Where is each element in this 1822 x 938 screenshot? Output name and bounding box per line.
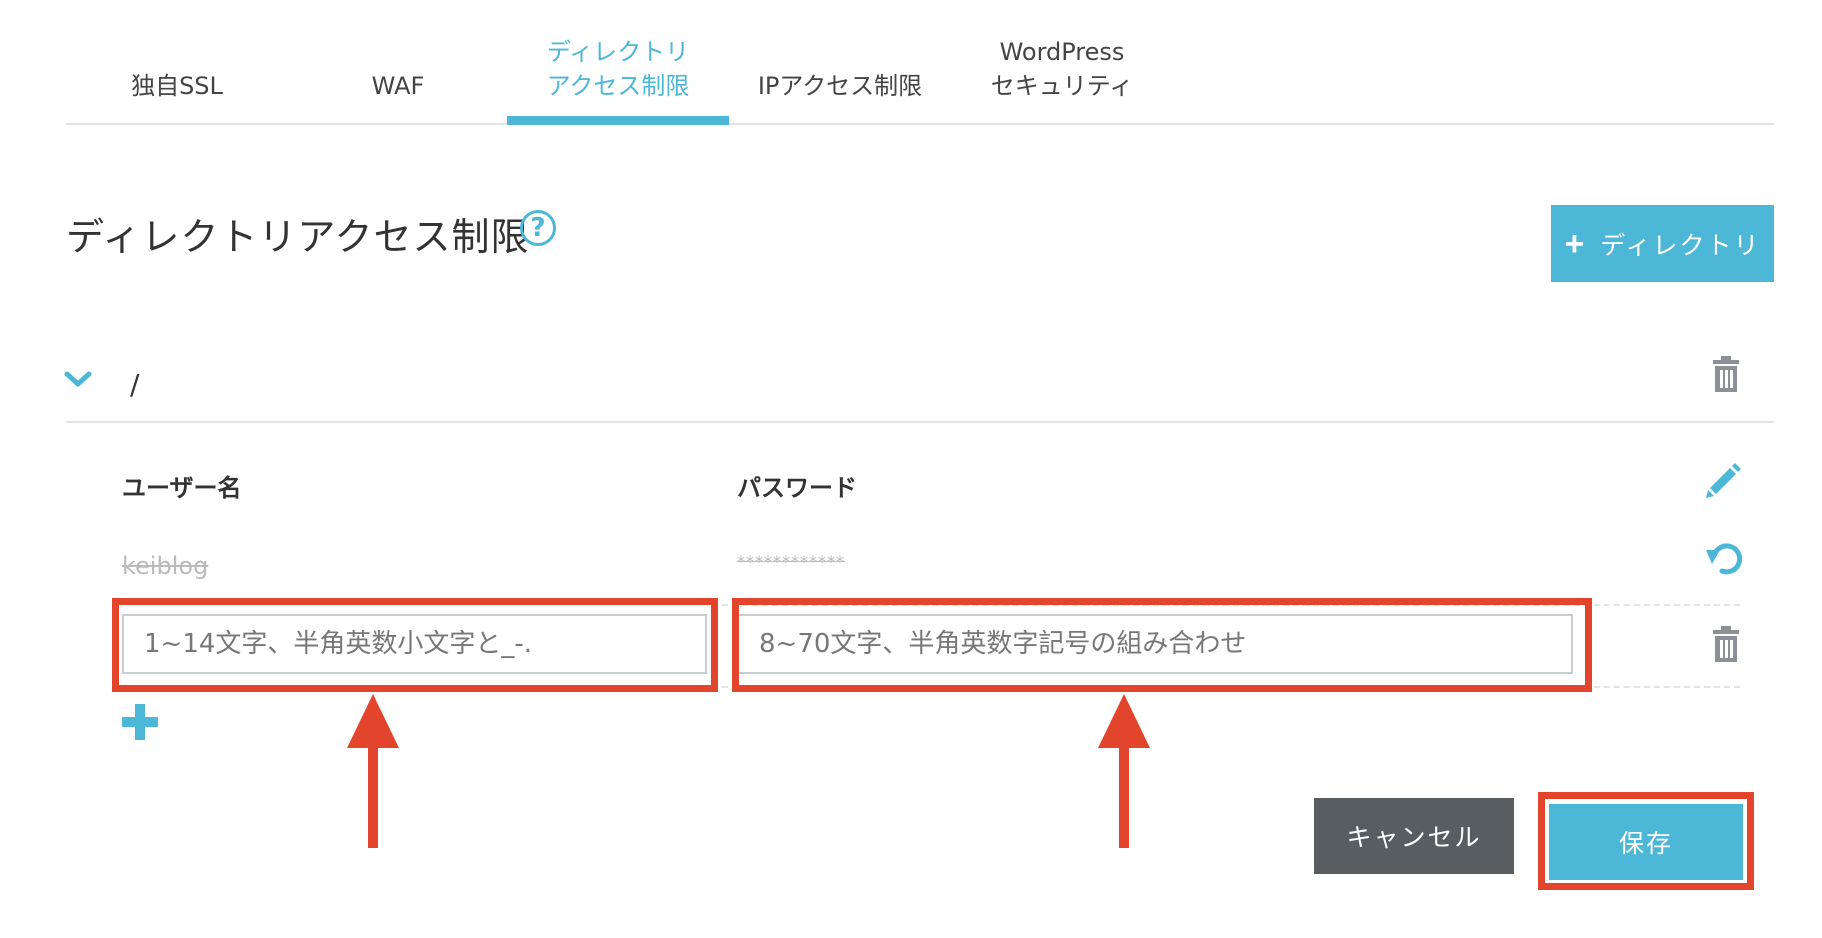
active-tab-indicator bbox=[507, 116, 729, 125]
arrow-up-icon bbox=[1098, 694, 1150, 848]
username-column-header: ユーザー名 bbox=[122, 474, 242, 502]
directory-path: / bbox=[130, 368, 140, 401]
plus-icon: + bbox=[1564, 224, 1587, 263]
tab-label-line2: セキュリティ bbox=[990, 72, 1134, 100]
add-user-plus-icon[interactable] bbox=[120, 702, 160, 742]
tab-label-line1: ディレクトリ bbox=[546, 38, 690, 66]
pencil-icon[interactable] bbox=[1704, 462, 1742, 500]
existing-password: ************ bbox=[737, 552, 845, 571]
tab-label: IPアクセス制限 bbox=[757, 72, 923, 100]
tab-ssl[interactable]: 独自SSL bbox=[66, 30, 288, 125]
add-directory-label: ディレクトリ bbox=[1600, 231, 1761, 260]
tab-label-line2: アクセス制限 bbox=[546, 72, 690, 100]
directory-divider bbox=[66, 421, 1774, 423]
username-highlight-box bbox=[112, 598, 718, 692]
save-button[interactable]: 保存 bbox=[1549, 804, 1743, 880]
tab-ip-access[interactable]: IPアクセス制限 bbox=[729, 30, 951, 125]
password-column-header: パスワード bbox=[737, 474, 857, 502]
tab-wordpress-security[interactable]: WordPress セキュリティ bbox=[951, 30, 1173, 125]
tab-label-line1: WordPress bbox=[999, 38, 1125, 66]
cancel-button[interactable]: キャンセル bbox=[1314, 798, 1514, 874]
help-symbol: ? bbox=[530, 213, 546, 243]
tab-directory-access[interactable]: ディレクトリ アクセス制限 bbox=[507, 30, 729, 125]
tab-label: WAF bbox=[371, 72, 425, 100]
existing-username: keiblog bbox=[122, 552, 209, 580]
add-directory-button[interactable]: + ディレクトリ bbox=[1551, 205, 1774, 282]
tab-label: 独自SSL bbox=[131, 72, 223, 100]
help-icon[interactable]: ? bbox=[520, 210, 556, 246]
page-title: ディレクトリアクセス制限 bbox=[66, 215, 530, 259]
password-highlight-box bbox=[732, 598, 1592, 692]
undo-icon[interactable] bbox=[1704, 540, 1744, 576]
trash-icon[interactable] bbox=[1711, 356, 1741, 392]
arrow-up-icon bbox=[347, 694, 399, 848]
tabs-divider bbox=[66, 123, 1774, 125]
trash-icon[interactable] bbox=[1711, 626, 1741, 662]
tab-waf[interactable]: WAF bbox=[288, 30, 508, 125]
chevron-down-icon[interactable] bbox=[64, 368, 92, 390]
